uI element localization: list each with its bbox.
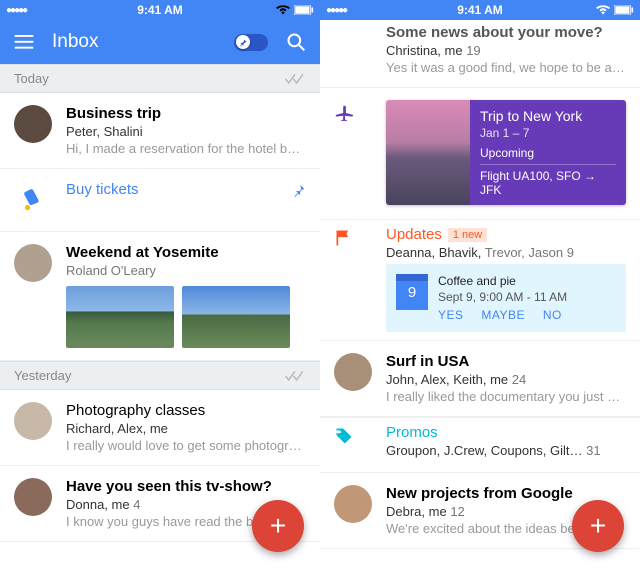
new-badge: 1 new bbox=[448, 228, 487, 242]
sweep-icon[interactable] bbox=[284, 72, 306, 86]
battery-icon bbox=[294, 5, 314, 15]
email-snippet: Hi, I made a reservation for the hotel b… bbox=[66, 141, 306, 156]
trip-card[interactable]: Trip to New York Jan 1 – 7 Upcoming Flig… bbox=[386, 100, 626, 205]
avatar bbox=[334, 485, 372, 523]
avatar bbox=[14, 244, 52, 282]
pin-icon bbox=[239, 38, 248, 47]
signal-dots-icon: ●●●●● bbox=[6, 5, 26, 16]
email-list: Business trip Peter, Shalini Hi, I made … bbox=[0, 93, 320, 361]
email-row[interactable]: Business trip Peter, Shalini Hi, I made … bbox=[0, 93, 320, 169]
task-label: Buy tickets bbox=[66, 181, 306, 198]
compose-fab[interactable]: + bbox=[252, 500, 304, 552]
status-bar: ●●●●● 9:41 AM bbox=[320, 0, 640, 20]
tag-icon bbox=[334, 424, 372, 446]
cluster-updates[interactable]: Updates 1 new Deanna, Bhavik, Trevor, Ja… bbox=[320, 220, 640, 264]
email-row[interactable]: Some news about your move? Christina, me… bbox=[320, 20, 640, 88]
phone-left: ●●●●● 9:41 AM Inbox Today Business trip … bbox=[0, 0, 320, 568]
status-right bbox=[276, 5, 314, 15]
rsvp-yes[interactable]: YES bbox=[438, 308, 464, 322]
avatar bbox=[334, 353, 372, 391]
phone-right: ●●●●● 9:41 AM Some news about your move?… bbox=[320, 0, 640, 568]
pin-toggle[interactable] bbox=[234, 34, 268, 51]
signal-dots-icon: ●●●●● bbox=[326, 5, 346, 16]
section-today: Today bbox=[0, 64, 320, 93]
attachment-thumbs bbox=[66, 286, 306, 348]
rsvp-maybe[interactable]: MAYBE bbox=[481, 308, 525, 322]
trip-flight: Flight UA100, SFO → JFK bbox=[480, 169, 616, 197]
reminder-icon bbox=[14, 181, 52, 219]
trip-image bbox=[386, 100, 470, 205]
email-subject: Business trip bbox=[66, 105, 306, 122]
event-title: Coffee and pie bbox=[438, 274, 576, 288]
avatar bbox=[14, 478, 52, 516]
email-row[interactable]: Weekend at Yosemite Roland O'Leary bbox=[0, 232, 320, 361]
avatar bbox=[14, 402, 52, 440]
email-subject: Have you seen this tv-show? bbox=[66, 478, 306, 495]
plane-icon bbox=[334, 100, 372, 124]
battery-icon bbox=[614, 5, 634, 15]
email-subject: Photography classes bbox=[66, 402, 306, 419]
trip-row[interactable]: Trip to New York Jan 1 – 7 Upcoming Flig… bbox=[320, 88, 640, 220]
task-row[interactable]: Buy tickets bbox=[0, 169, 320, 232]
cluster-promos[interactable]: Promos Groupon, J.Crew, Coupons, Gilt… 3… bbox=[320, 417, 640, 472]
avatar bbox=[14, 105, 52, 143]
flag-icon bbox=[334, 226, 372, 248]
wifi-icon bbox=[276, 5, 290, 15]
pin-icon[interactable] bbox=[292, 183, 306, 202]
status-time: 9:41 AM bbox=[137, 3, 183, 17]
status-bar: ●●●●● 9:41 AM bbox=[0, 0, 320, 20]
email-row[interactable]: Photography classes Richard, Alex, me I … bbox=[0, 390, 320, 466]
sweep-icon[interactable] bbox=[284, 369, 306, 383]
event-card[interactable]: 9 Coffee and pie Sept 9, 9:00 AM - 11 AM… bbox=[386, 264, 626, 332]
menu-icon[interactable] bbox=[14, 35, 34, 49]
compose-fab[interactable]: + bbox=[572, 500, 624, 552]
email-row[interactable]: Surf in USA John, Alex, Keith, me 24 I r… bbox=[320, 340, 640, 417]
rsvp-no[interactable]: NO bbox=[543, 308, 562, 322]
calendar-chip: 9 bbox=[396, 274, 428, 310]
app-title: Inbox bbox=[52, 31, 98, 53]
search-icon[interactable] bbox=[286, 32, 306, 52]
app-bar: Inbox bbox=[0, 20, 320, 64]
rsvp-actions: YES MAYBE NO bbox=[438, 308, 576, 322]
section-yesterday: Yesterday bbox=[0, 361, 320, 390]
trip-title: Trip to New York bbox=[480, 108, 616, 124]
thumb-image[interactable] bbox=[182, 286, 290, 348]
email-subject: Weekend at Yosemite bbox=[66, 244, 306, 261]
status-time: 9:41 AM bbox=[457, 3, 503, 17]
thumb-image[interactable] bbox=[66, 286, 174, 348]
wifi-icon bbox=[596, 5, 610, 15]
